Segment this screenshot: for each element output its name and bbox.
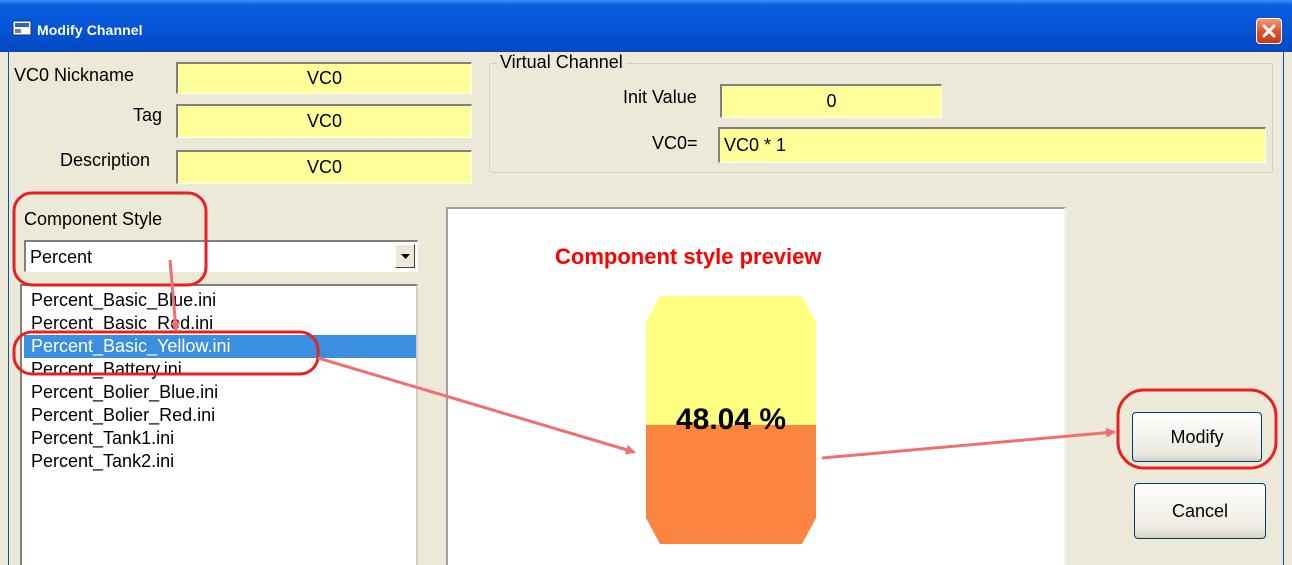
list-item-percent-tank2[interactable]: Percent_Tank2.ini [24,450,416,473]
virtual-channel-title: Virtual Channel [497,52,626,73]
cancel-button[interactable]: Cancel [1134,483,1266,539]
list-item-percent-bolier-red[interactable]: Percent_Bolier_Red.ini [24,404,416,427]
list-item-percent-tank1[interactable]: Percent_Tank1.ini [24,427,416,450]
component-style-selected: Percent [30,247,93,267]
title-bar: Modify Channel [0,0,1292,52]
dropdown-arrow-icon [401,254,410,259]
init-value-label: Init Value [623,87,697,107]
expression-label: VC0= [652,133,698,153]
list-item-percent-basic-red[interactable]: Percent_Basic_Red.ini [24,312,416,335]
list-item-percent-basic-yellow[interactable]: Percent_Basic_Yellow.ini [24,335,416,358]
modify-button[interactable]: Modify [1132,412,1262,462]
close-button[interactable] [1256,18,1282,44]
list-item-percent-battery[interactable]: Percent_Battery.ini [24,358,416,381]
component-style-label: Component Style [24,209,163,229]
component-style-select[interactable]: Percent [24,240,418,272]
init-value-field[interactable]: 0 [720,84,942,118]
list-item-percent-basic-blue[interactable]: Percent_Basic_Blue.ini [24,289,416,312]
tag-field[interactable]: VC0 [176,104,472,138]
description-field[interactable]: VC0 [176,150,472,184]
description-label: Description [60,150,151,170]
close-icon [1262,24,1276,38]
gauge-value: 48.04 % [675,403,787,436]
dropdown-button[interactable] [395,244,415,268]
nickname-field[interactable]: VC0 [176,62,472,94]
nickname-label: VC0 Nickname [14,65,135,85]
preview-title: Component style preview [555,244,822,269]
tag-label: Tag [133,105,163,125]
list-item-percent-bolier-blue[interactable]: Percent_Bolier_Blue.ini [24,381,416,404]
window-title: Modify Channel [37,22,143,38]
app-icon [12,20,32,36]
style-file-list[interactable]: Percent_Basic_Blue.ini Percent_Basic_Red… [20,284,418,565]
expression-field[interactable]: VC0 * 1 [718,127,1266,163]
